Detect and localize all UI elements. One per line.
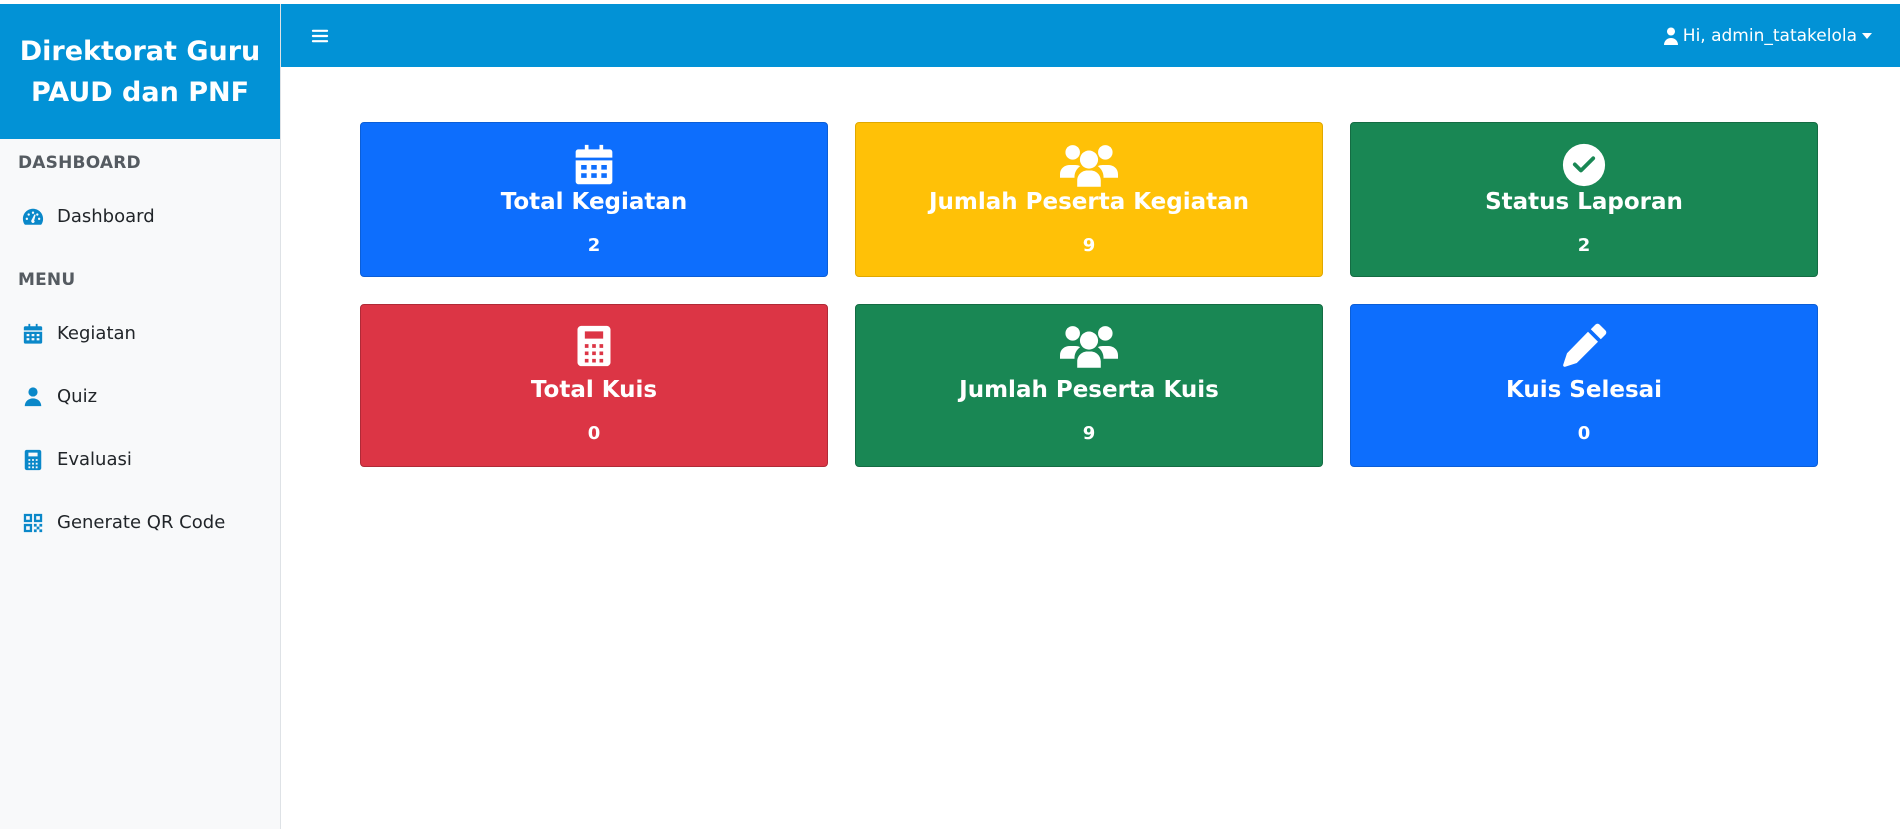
user-icon <box>1663 27 1683 45</box>
card-status-laporan[interactable]: Status Laporan 2 <box>1350 122 1818 277</box>
calendar-icon <box>21 322 45 346</box>
user-dropdown[interactable]: Hi, admin_tatakelola <box>1663 26 1872 46</box>
users-icon <box>1060 321 1118 371</box>
section-label-dashboard: DASHBOARD <box>18 153 141 173</box>
sidebar-item-quiz[interactable]: Quiz <box>0 365 280 428</box>
card-value: 2 <box>1577 235 1591 256</box>
sidebar-item-dashboard[interactable]: Dashboard <box>0 185 280 248</box>
user-icon <box>21 385 45 409</box>
qrcode-icon <box>21 511 45 535</box>
sidebar-item-label: Evaluasi <box>57 449 132 470</box>
calculator-icon <box>21 448 45 472</box>
user-greeting: Hi, admin_tatakelola <box>1682 25 1857 46</box>
card-value: 0 <box>587 423 601 444</box>
card-title: Jumlah Peserta Kegiatan <box>928 189 1250 215</box>
gauge-icon <box>21 205 45 229</box>
card-jumlah-peserta-kegiatan[interactable]: Jumlah Peserta Kegiatan 9 <box>855 122 1323 277</box>
card-jumlah-peserta-kuis[interactable]: Jumlah Peserta Kuis 9 <box>855 304 1323 467</box>
card-value: 0 <box>1577 423 1591 444</box>
sidebar-item-label: Quiz <box>57 386 98 407</box>
card-title: Kuis Selesai <box>1505 377 1663 403</box>
sidebar-item-label: Generate QR Code <box>57 512 226 533</box>
sidebar-item-generate-qr-code[interactable]: Generate QR Code <box>0 491 280 554</box>
users-icon <box>1060 141 1118 189</box>
card-title: Total Kuis <box>530 377 658 403</box>
sidebar-item-evaluasi[interactable]: Evaluasi <box>0 428 280 491</box>
top-navbar: Hi, admin_tatakelola <box>281 4 1900 67</box>
card-title: Total Kegiatan <box>500 189 688 215</box>
chevron-down-icon <box>1862 32 1872 39</box>
sidebar: Direktorat Guru PAUD dan PNF DASHBOARD D… <box>0 4 281 829</box>
brand-title[interactable]: Direktorat Guru PAUD dan PNF <box>0 4 280 139</box>
calculator-icon <box>572 321 616 371</box>
card-total-kuis[interactable]: Total Kuis 0 <box>360 304 828 467</box>
card-value: 2 <box>587 235 601 256</box>
card-kuis-selesai[interactable]: Kuis Selesai 0 <box>1350 304 1818 467</box>
card-title: Status Laporan <box>1485 189 1683 215</box>
card-value: 9 <box>1082 235 1096 256</box>
pencil-icon <box>1560 321 1608 371</box>
sidebar-item-label: Kegiatan <box>57 323 136 344</box>
sidebar-item-label: Dashboard <box>57 206 155 227</box>
bars-icon[interactable] <box>311 25 333 47</box>
section-label-menu: MENU <box>18 270 76 290</box>
sidebar-item-kegiatan[interactable]: Kegiatan <box>0 302 280 365</box>
card-total-kegiatan[interactable]: Total Kegiatan 2 <box>360 122 828 277</box>
card-title: Jumlah Peserta Kuis <box>959 377 1219 403</box>
calendar-icon <box>572 141 616 189</box>
check-circle-icon <box>1561 141 1607 189</box>
card-value: 9 <box>1082 423 1096 444</box>
